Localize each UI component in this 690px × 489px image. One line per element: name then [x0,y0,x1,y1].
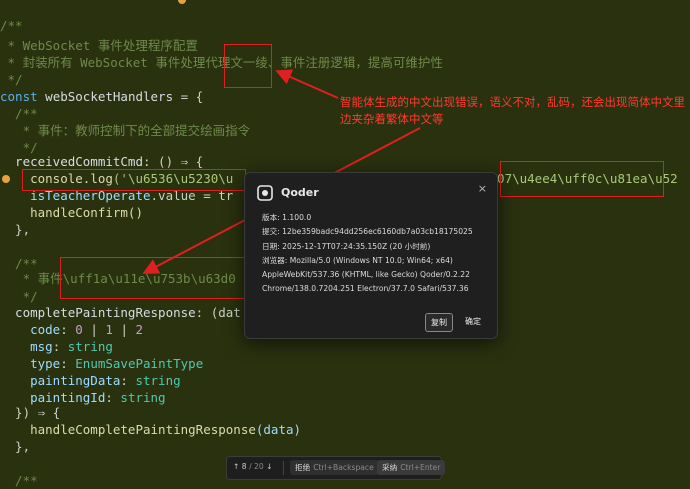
dialog-title: Qoder [281,186,319,199]
reject-button[interactable]: 拒绝 Ctrl+Backspace [290,460,379,475]
reject-shortcut: Ctrl+Backspace [313,463,374,472]
copy-button[interactable]: 复制 [425,313,453,332]
date-text: 日期: 2025-12-17T07:24:35.150Z (20 小时前) [262,241,431,251]
change-review-bar: ↑ 8 / 20 ↓ 拒绝 Ctrl+Backspace 采纳 Ctrl+Enter [226,456,446,480]
arrow-to-comment [275,69,339,99]
version-text: 版本: 1.100.0 [262,213,312,222]
change-total: / 20 [249,462,264,471]
change-navigator: ↑ 8 / 20 ↓ [233,462,273,471]
divider [283,461,284,475]
commit-text: 提交: 12be359badc94dd256ec6160db7a03cb1817… [262,227,473,237]
error-annotation: 智能体生成的中文出现错误，语义不对，乱码，还会出现简体中文里边夹杂着繁体中文等 [340,95,685,126]
browser-text: AppleWebKit/537.36 (KHTML, like Gecko) Q… [262,270,470,280]
about-dialog: Qoder × 版本: 1.100.0 提交: 12be359badc94dd2… [244,172,498,339]
reject-label: 拒绝 [295,463,311,472]
accept-shortcut: Ctrl+Enter [400,463,441,472]
arrow-down-icon[interactable]: ↓ [266,462,272,471]
arrow-up-icon[interactable]: ↑ [233,462,239,471]
accept-button[interactable]: 采纳 Ctrl+Enter [377,460,446,475]
qoder-logo-icon [257,185,273,201]
browser-text: 浏览器: Mozilla/5.0 (Windows NT 10.0; Win64… [262,255,453,265]
dialog-info: 版本: 1.100.0 提交: 12be359badc94dd256ec6160… [262,211,473,297]
close-icon[interactable]: × [478,182,487,195]
browser-text: Chrome/138.0.7204.251 Electron/37.7.0 Sa… [262,284,469,294]
accept-label: 采纳 [382,463,398,472]
ok-button[interactable]: 确定 [459,313,487,330]
change-position: 8 [241,462,247,471]
